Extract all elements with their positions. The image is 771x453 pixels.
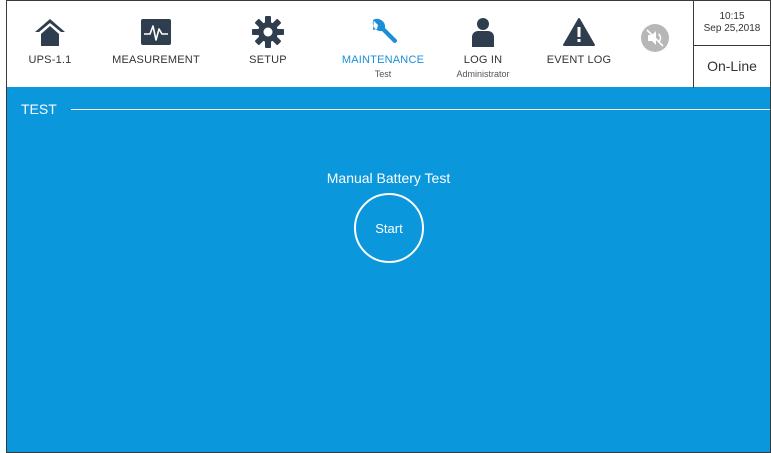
ups-status: On-Line <box>707 58 757 74</box>
waveform-icon <box>141 19 171 45</box>
nav-login-label: LOG IN <box>463 54 503 66</box>
home-icon <box>35 19 65 46</box>
nav-measurement-label: MEASUREMENT <box>112 54 200 66</box>
clock-time: 10:15 <box>719 11 745 22</box>
nav-maintenance-sublabel: Test <box>374 69 392 79</box>
mute-button[interactable] <box>635 1 675 88</box>
nav-measurement[interactable]: MEASUREMENT <box>107 1 205 88</box>
app-frame: UPS-1.1 MEASUREMENT SETUP MAINTENANCE Te… <box>6 0 771 453</box>
gear-icon <box>252 16 284 48</box>
nav-login[interactable]: LOG IN Administrator <box>443 1 523 88</box>
nav-ups-label: UPS-1.1 <box>28 54 72 66</box>
top-navigation-bar: UPS-1.1 MEASUREMENT SETUP MAINTENANCE Te… <box>7 0 770 88</box>
speaker-muted-icon <box>641 24 669 52</box>
wrench-icon <box>372 18 398 44</box>
user-icon <box>472 18 494 47</box>
start-test-button[interactable]: Start <box>354 193 424 263</box>
section-title: TEST <box>21 101 57 117</box>
nav-setup[interactable]: SETUP <box>233 1 303 88</box>
nav-ups-home[interactable]: UPS-1.1 <box>13 1 87 88</box>
nav-maintenance[interactable]: MAINTENANCE Test <box>333 1 433 88</box>
warning-icon <box>563 18 595 46</box>
nav-maintenance-label: MAINTENANCE <box>341 54 425 66</box>
nav-setup-label: SETUP <box>249 54 287 66</box>
section-divider <box>71 109 770 110</box>
nav-event-log[interactable]: EVENT LOG <box>538 1 620 88</box>
nav-event-log-label: EVENT LOG <box>546 54 612 66</box>
clock-date: Sep 25,2018 <box>703 23 761 34</box>
nav-login-sublabel: Administrator <box>456 69 510 79</box>
clock-divider <box>694 45 770 46</box>
test-title: Manual Battery Test <box>326 170 451 186</box>
clock-status-panel: 10:15 Sep 25,2018 On-Line <box>693 1 770 88</box>
